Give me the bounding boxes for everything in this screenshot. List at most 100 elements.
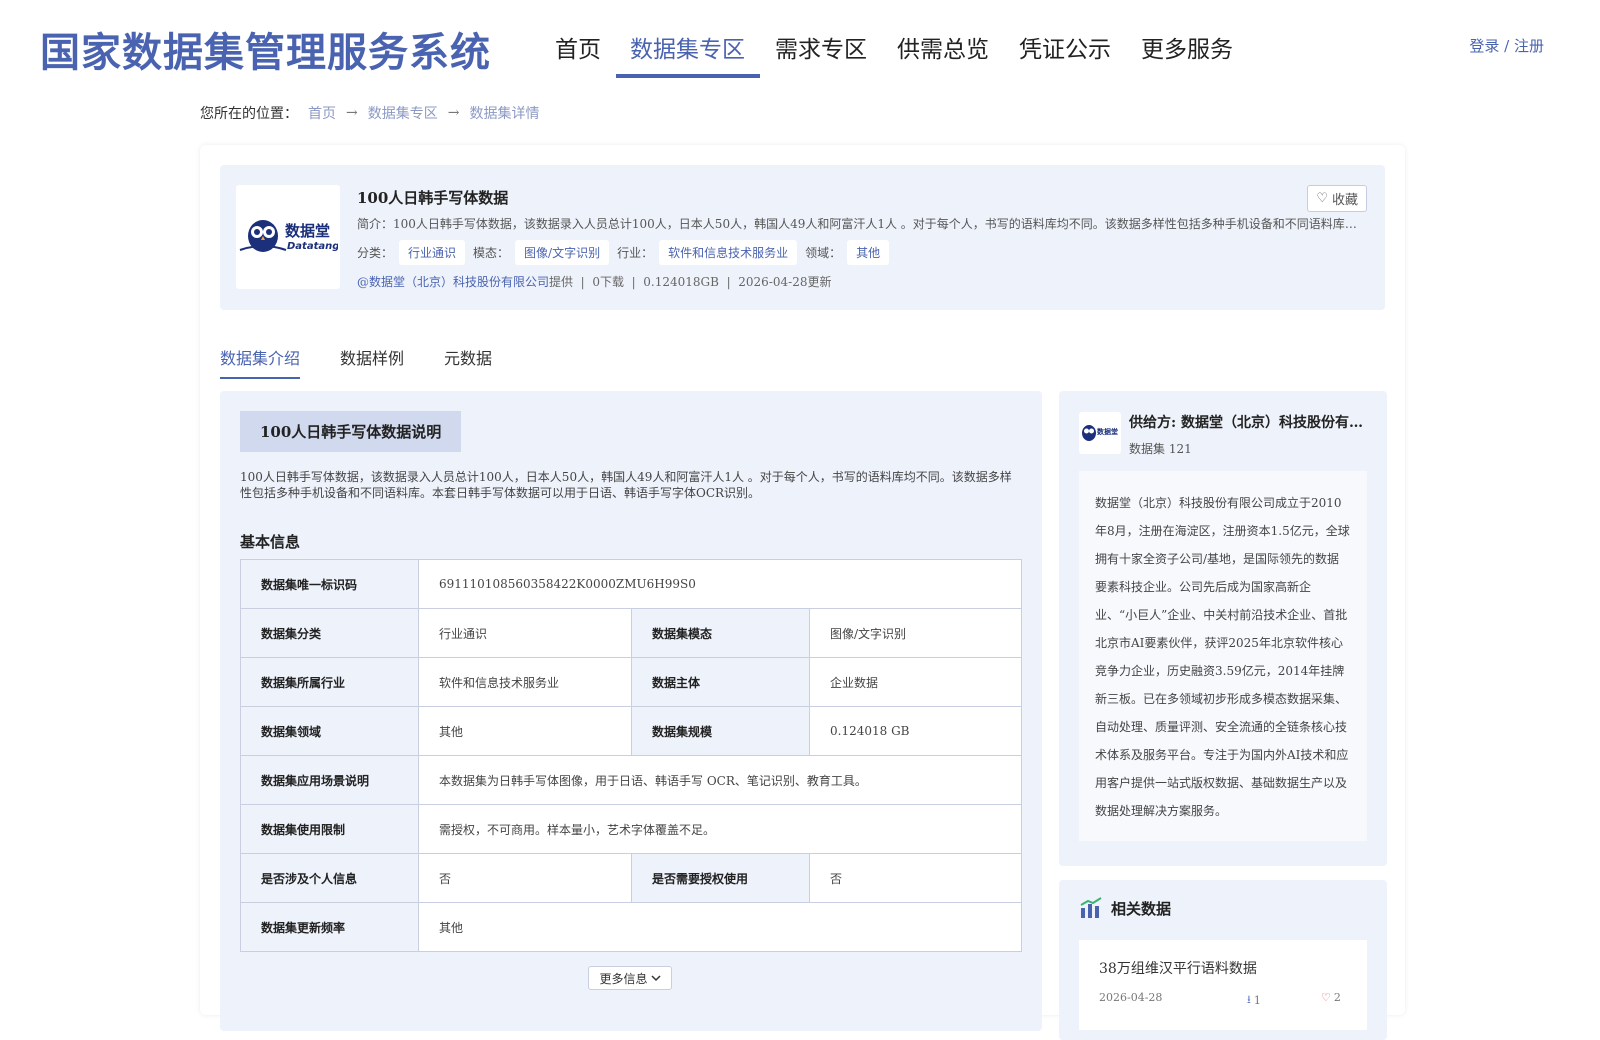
- dataset-title: 100人日韩手写体数据: [357, 189, 509, 207]
- arrow-right-icon: →: [447, 105, 460, 121]
- table-row: 数据集领域 其他 数据集规模 0.124018 GB: [240, 706, 1022, 756]
- category-tag[interactable]: 行业通识: [399, 240, 466, 265]
- table-key: 数据集规模: [631, 706, 810, 756]
- related-item-likes[interactable]: ♡ 2: [1321, 991, 1341, 1004]
- nav-home[interactable]: 首页: [540, 26, 616, 78]
- arrow-right-icon: →: [346, 105, 358, 121]
- nav-voucher[interactable]: 凭证公示: [1004, 26, 1126, 78]
- related-title-label: 相关数据: [1111, 899, 1172, 918]
- provider-name[interactable]: 供给方: 数据堂（北京）科技股份有限公司: [1129, 412, 1369, 432]
- intro-panel: 100人日韩手写体数据说明 100人日韩手写体数据，该数据录入人员总计100人，…: [220, 391, 1042, 1031]
- provider-avatar[interactable]: 数据堂: [1079, 412, 1121, 454]
- basic-info-title: 基本信息: [240, 533, 301, 551]
- site-title[interactable]: 国家数据集管理服务系统: [40, 20, 491, 78]
- dataset-tags: 分类： 行业通识 模态： 图像/文字识别 行业： 软件和信息技术服务业 领域： …: [357, 240, 897, 265]
- dataset-intro: 简介：100人日韩手写体数据，该数据录入人员总计100人，日本人50人，韩国人4…: [357, 217, 1367, 231]
- section-title: 100人日韩手写体数据说明: [240, 411, 462, 452]
- bar-chart-icon: [1080, 897, 1102, 918]
- favorite-button[interactable]: ♡ 收藏: [1307, 185, 1367, 212]
- table-key: 是否涉及个人信息: [240, 853, 419, 903]
- related-item-date: 2026-04-28: [1099, 991, 1163, 1004]
- breadcrumb: 您所在的位置： 首页 → 数据集专区 → 数据集详情: [200, 103, 539, 123]
- provided-text: 提供: [549, 275, 574, 289]
- table-value: 其他: [418, 902, 1022, 952]
- related-title: 相关数据: [1079, 896, 1171, 920]
- tab-intro[interactable]: 数据集介绍: [220, 345, 301, 379]
- download-icon: ⭳: [1247, 993, 1251, 1006]
- dataset-description: 100人日韩手写体数据，该数据录入人员总计100人，日本人50人，韩国人49人和…: [240, 470, 1012, 500]
- related-data-card: 相关数据 38万组维汉平行语料数据 2026-04-28 ⭳ 1 ♡ 2: [1059, 880, 1387, 1040]
- modality-label: 模态：: [473, 246, 510, 260]
- svg-text:数据堂: 数据堂: [285, 222, 330, 240]
- table-value: 需授权，不可商用。样本量小，艺术字体覆盖不足。: [418, 804, 1022, 854]
- breadcrumb-detail: 数据集详情: [469, 106, 540, 122]
- domain-tag[interactable]: 其他: [847, 240, 890, 265]
- table-key: 数据集分类: [240, 608, 419, 658]
- breadcrumb-home[interactable]: 首页: [308, 103, 336, 123]
- table-key: 是否需要授权使用: [631, 853, 810, 903]
- table-value: 69111010856035842​2K0000ZMU6H99S0: [418, 559, 1022, 609]
- login-register-link[interactable]: 登录 / 注册: [1469, 35, 1544, 56]
- category-label: 分类：: [357, 246, 394, 260]
- dataset-detail-card: 数据堂 Datatang 100人日韩手写体数据 简介：100人日韩手写体数据，…: [200, 145, 1405, 1040]
- provider-logo: 数据堂 Datatang: [236, 185, 340, 289]
- provider-link[interactable]: @数据堂（北京）科技股份有限公司: [357, 275, 549, 289]
- like-count-value: 2: [1333, 991, 1341, 1004]
- industry-label: 行业：: [617, 246, 654, 260]
- tab-samples[interactable]: 数据样例: [340, 345, 404, 379]
- table-key: 数据集领域: [240, 706, 419, 756]
- table-value: 企业数据: [809, 657, 1022, 707]
- related-item[interactable]: 38万组维汉平行语料数据 2026-04-28 ⭳ 1 ♡ 2: [1079, 940, 1367, 1030]
- table-key: 数据集模态: [631, 608, 810, 658]
- table-value: 0.124018 GB: [809, 706, 1022, 756]
- table-value: 否: [418, 853, 632, 903]
- table-key: 数据集所属行业: [240, 657, 419, 707]
- table-key: 数据集应用场景说明: [240, 755, 419, 805]
- table-value: 软件和信息技术服务业: [418, 657, 632, 707]
- nav-datasets[interactable]: 数据集专区: [616, 26, 760, 78]
- table-value: 行业通识: [418, 608, 632, 658]
- table-key: 数据主体: [631, 657, 810, 707]
- domain-label: 领域：: [805, 246, 842, 260]
- breadcrumb-label: 您所在的位置：: [200, 106, 298, 122]
- nav-more[interactable]: 更多服务: [1126, 26, 1248, 78]
- dataset-size: 0.124018GB: [643, 275, 719, 289]
- chevron-down-icon: [650, 975, 661, 982]
- heart-icon: ♡: [1321, 991, 1331, 1004]
- heart-icon: ♡: [1316, 191, 1328, 206]
- table-row: 数据集使用限制 需授权，不可商用。样本量小，艺术字体覆盖不足。: [240, 804, 1022, 854]
- nav-demand[interactable]: 需求专区: [760, 26, 882, 78]
- download-count-value: 1: [1253, 994, 1261, 1007]
- industry-tag[interactable]: 软件和信息技术服务业: [659, 240, 798, 265]
- basic-info-table: 数据集唯一标识码 69111010856035842​2K0000ZMU6H99…: [240, 559, 1022, 952]
- table-key: 数据集使用限制: [240, 804, 419, 854]
- svg-text:数据堂: 数据堂: [1097, 427, 1118, 436]
- related-item-name[interactable]: 38万组维汉平行语料数据: [1099, 958, 1257, 978]
- modality-tag[interactable]: 图像/文字识别: [515, 240, 610, 265]
- svg-text:Datatang: Datatang: [287, 241, 338, 252]
- table-value: 否: [809, 853, 1022, 903]
- datatang-logo-icon: 数据堂: [1082, 425, 1118, 441]
- table-value: 本数据集为日韩手写体图像，用于日语、韩语手写 OCR、笔记识别、教育工具。: [418, 755, 1022, 805]
- main-nav: 首页 数据集专区 需求专区 供需总览 凭证公示 更多服务: [540, 26, 1248, 78]
- table-row: 数据集应用场景说明 本数据集为日韩手写体图像，用于日语、韩语手写 OCR、笔记识…: [240, 755, 1022, 805]
- table-row: 数据集更新频率 其他: [240, 902, 1022, 952]
- dataset-header: 数据堂 Datatang 100人日韩手写体数据 简介：100人日韩手写体数据，…: [220, 165, 1385, 310]
- more-info-label: 更多信息: [599, 971, 648, 986]
- nav-overview[interactable]: 供需总览: [882, 26, 1004, 78]
- related-item-downloads: ⭳ 1: [1247, 991, 1261, 1010]
- table-value: 图像/文字识别: [809, 608, 1022, 658]
- breadcrumb-datasets[interactable]: 数据集专区: [368, 103, 438, 123]
- datatang-logo-icon: 数据堂 Datatang: [239, 220, 338, 252]
- detail-tabs: 数据集介绍 数据样例 元数据: [220, 345, 492, 379]
- table-key: 数据集更新频率: [240, 902, 419, 952]
- more-info-button[interactable]: 更多信息: [588, 966, 672, 990]
- download-count: 0下载: [592, 275, 624, 289]
- tab-metadata[interactable]: 元数据: [444, 345, 492, 379]
- update-date: 2026-04-28更新: [738, 275, 832, 289]
- table-row: 是否涉及个人信息 否 是否需要授权使用 否: [240, 853, 1022, 903]
- provider-description: 数据堂（北京）科技股份有限公司成立于2010年8月，注册在海淀区，注册资本1.5…: [1079, 471, 1367, 841]
- table-value: 其他: [418, 706, 632, 756]
- provider-card: 数据堂 供给方: 数据堂（北京）科技股份有限公司 数据集 121 数据堂（北京）…: [1059, 391, 1387, 866]
- table-row: 数据集分类 行业通识 数据集模态 图像/文字识别: [240, 608, 1022, 658]
